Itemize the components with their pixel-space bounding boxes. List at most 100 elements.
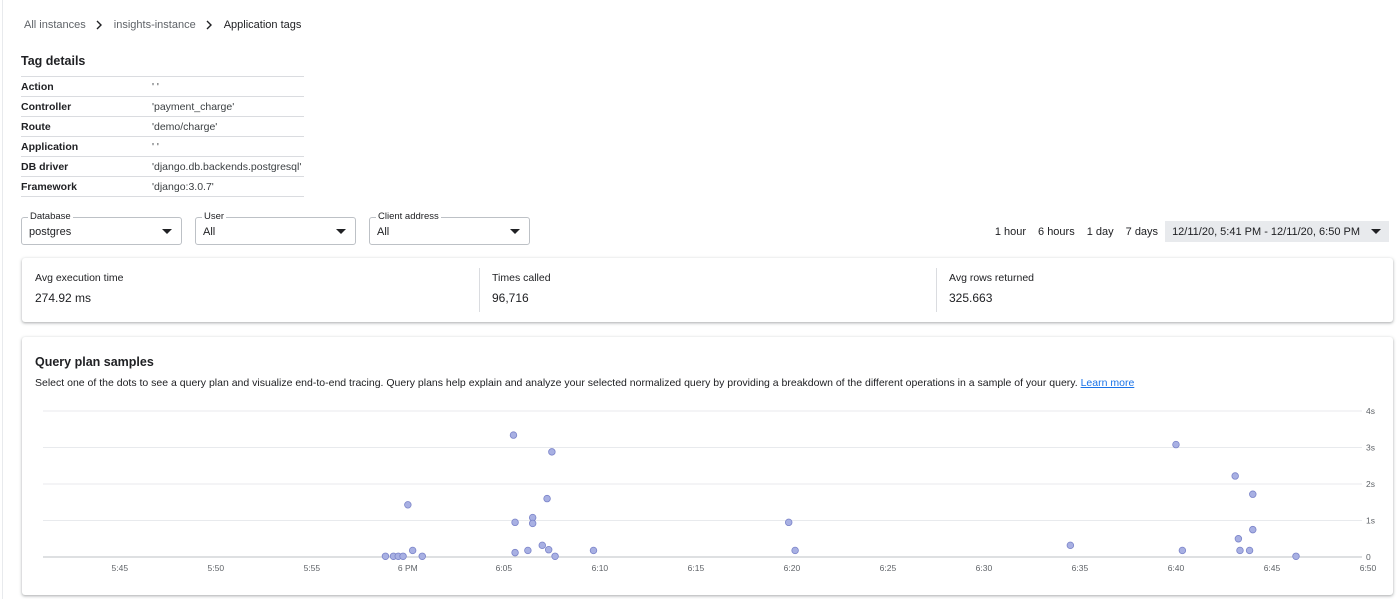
query-plan-sample-dot[interactable]	[551, 552, 559, 560]
breadcrumb-current: Application tags	[223, 19, 302, 31]
x-tick-label: 6:15	[688, 563, 705, 573]
y-tick-label: 2s	[1366, 479, 1375, 489]
breadcrumb-all-instances[interactable]: All instances	[24, 19, 86, 31]
x-tick-label: 6:50	[1360, 563, 1377, 573]
database-select[interactable]: Database postgres	[21, 211, 182, 245]
query-plan-sample-dot[interactable]	[1249, 490, 1257, 498]
time-range-selector: 1 hour 6 hours 1 day 7 days 12/11/20, 5:…	[989, 221, 1389, 242]
time-range-7-days[interactable]: 7 days	[1120, 226, 1164, 238]
dropdown-arrow-icon	[510, 229, 520, 234]
query-plan-sample-dot[interactable]	[1234, 535, 1243, 543]
tag-key: DB driver	[21, 160, 69, 173]
page-left-border	[2, 0, 3, 599]
stats-card: Avg execution time 274.92 ms Times calle…	[22, 258, 1393, 322]
query-plan-sample-dot[interactable]	[399, 552, 407, 560]
y-tick-label: 1s	[1366, 516, 1375, 526]
stat-avg-rows-returned: Avg rows returned 325.663	[936, 258, 1393, 322]
tag-row-db-driver: DB driver 'django.db.backends.postgresql…	[21, 156, 304, 176]
query-plan-sample-dot[interactable]	[1245, 546, 1254, 555]
tag-row-application: Application ' '	[21, 136, 304, 156]
query-plan-sample-dot[interactable]	[408, 546, 417, 555]
dropdown-arrow-icon	[336, 229, 346, 234]
tag-value: 'django:3.0.7'	[152, 180, 214, 193]
chevron-right-icon	[92, 18, 106, 32]
query-plan-sample-dot[interactable]	[418, 552, 426, 560]
dropdown-arrow-icon	[1371, 229, 1381, 234]
tag-value: 'demo/charge'	[152, 120, 218, 133]
stat-value: 274.92 ms	[35, 291, 92, 305]
breadcrumb-insights-instance[interactable]: insights-instance	[114, 19, 196, 31]
y-tick-label: 3s	[1366, 443, 1375, 453]
stat-label: Times called	[492, 272, 551, 284]
tag-value: ' '	[152, 140, 159, 153]
tag-details-title: Tag details	[21, 54, 86, 68]
query-plan-sample-dot[interactable]	[511, 518, 519, 527]
x-tick-label: 6:45	[1264, 563, 1281, 573]
query-plan-sample-dot[interactable]	[404, 501, 412, 509]
query-plan-sample-dot[interactable]	[538, 541, 546, 550]
query-plan-sample-dot[interactable]	[543, 494, 551, 503]
user-select[interactable]: User All	[195, 211, 356, 245]
time-range-1-hour[interactable]: 1 hour	[989, 226, 1032, 238]
stat-value: 325.663	[949, 291, 993, 305]
query-plan-sample-dot[interactable]	[1249, 525, 1257, 534]
query-plan-card: Query plan samples Select one of the dot…	[22, 337, 1393, 595]
query-plan-sample-dot[interactable]	[511, 548, 519, 557]
tag-key: Route	[21, 120, 51, 133]
x-tick-label: 6:40	[1168, 563, 1185, 573]
x-tick-label: 6 PM	[398, 563, 418, 573]
dropdown-arrow-icon	[162, 229, 172, 234]
query-plan-sample-dot[interactable]	[589, 546, 598, 555]
y-tick-label: 4s	[1366, 406, 1375, 416]
query-plan-sample-dot[interactable]	[544, 545, 553, 554]
stat-times-called: Times called 96,716	[479, 258, 936, 322]
tag-value: ' '	[152, 80, 159, 93]
custom-time-range-dropdown[interactable]: 12/11/20, 5:41 PM - 12/11/20, 6:50 PM	[1165, 221, 1389, 242]
time-range-6-hours[interactable]: 6 hours	[1032, 226, 1081, 238]
time-range-1-day[interactable]: 1 day	[1081, 226, 1120, 238]
x-tick-label: 6:05	[496, 563, 513, 573]
query-plan-sample-dot[interactable]	[785, 518, 793, 527]
query-plan-sample-dot[interactable]	[1292, 552, 1300, 560]
query-plan-sample-dot[interactable]	[548, 448, 556, 456]
database-select-label: Database	[28, 211, 73, 222]
stat-label: Avg execution time	[35, 272, 124, 284]
tag-row-controller: Controller 'payment_charge'	[21, 96, 304, 116]
tag-key: Action	[21, 80, 54, 93]
x-tick-label: 6:30	[976, 563, 993, 573]
x-tick-label: 6:25	[880, 563, 897, 573]
y-tick-label: 0	[1366, 552, 1371, 562]
x-tick-label: 5:45	[112, 563, 129, 573]
x-tick-label: 6:10	[592, 563, 609, 573]
tag-row-framework: Framework 'django:3.0.7'	[21, 176, 304, 197]
query-plan-sample-dot[interactable]	[1236, 546, 1244, 555]
query-plan-sample-dot[interactable]	[509, 431, 518, 439]
tag-value: 'payment_charge'	[152, 100, 235, 113]
tag-key: Framework	[21, 180, 78, 193]
x-tick-label: 5:55	[304, 563, 321, 573]
custom-time-range-value: 12/11/20, 5:41 PM - 12/11/20, 6:50 PM	[1172, 225, 1360, 238]
client-address-select-label: Client address	[376, 211, 441, 222]
stat-value: 96,716	[492, 291, 529, 305]
stat-label: Avg rows returned	[949, 272, 1035, 284]
tag-key: Application	[21, 140, 79, 153]
query-plan-sample-dot[interactable]	[524, 546, 532, 555]
query-plan-sample-dot[interactable]	[528, 519, 537, 528]
x-tick-label: 6:35	[1072, 563, 1089, 573]
query-plan-sample-dot[interactable]	[1178, 546, 1187, 555]
client-address-select[interactable]: Client address All	[369, 211, 530, 245]
tag-details-table: Action ' ' Controller 'payment_charge' R…	[21, 76, 304, 197]
tag-row-route: Route 'demo/charge'	[21, 116, 304, 136]
x-tick-label: 5:50	[208, 563, 225, 573]
user-select-label: User	[202, 211, 227, 222]
query-plan-sample-dot[interactable]	[381, 552, 390, 560]
query-plan-sample-dot[interactable]	[1231, 472, 1239, 480]
query-plan-sample-dot[interactable]	[791, 546, 799, 555]
user-select-value: All	[203, 226, 216, 238]
query-plan-sample-dot[interactable]	[1066, 541, 1075, 550]
breadcrumb: All instances insights-instance Applicat…	[24, 17, 301, 33]
x-tick-label: 6:20	[784, 563, 801, 573]
query-plan-sample-dot[interactable]	[1172, 440, 1180, 449]
database-select-value: postgres	[29, 226, 72, 238]
tag-value: 'django.db.backends.postgresql'	[152, 160, 302, 173]
